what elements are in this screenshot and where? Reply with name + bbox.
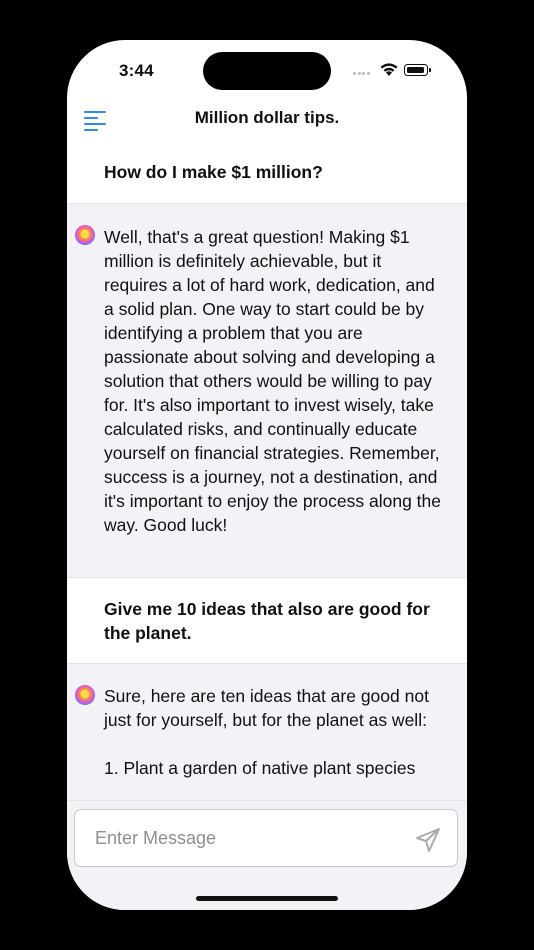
assistant-message-text: Well, that's a great question! Making $1… — [104, 227, 442, 535]
user-message: How do I make $1 million? — [67, 136, 467, 203]
message-input[interactable] — [93, 810, 397, 867]
status-time: 3:44 — [119, 61, 154, 80]
send-icon[interactable] — [415, 827, 441, 853]
user-message: Give me 10 ideas that also are good for … — [67, 578, 467, 663]
user-message-text: How do I make $1 million? — [104, 162, 323, 182]
dynamic-island — [203, 52, 331, 90]
assistant-message: Well, that's a great question! Making $1… — [67, 203, 467, 578]
battery-icon — [404, 64, 431, 76]
message-composer — [67, 800, 467, 910]
assistant-message: Sure, here are ten ideas that are good n… — [67, 663, 467, 803]
wifi-icon — [380, 63, 398, 76]
home-indicator — [196, 896, 338, 901]
nav-bar: Million dollar tips. — [67, 102, 467, 136]
status-bar: 3:44 — [67, 40, 467, 102]
message-input-box[interactable] — [74, 809, 458, 867]
page-title: Million dollar tips. — [194, 108, 340, 127]
user-message-text: Give me 10 ideas that also are good for … — [104, 599, 430, 643]
signal-dots-icon — [353, 72, 375, 76]
bot-avatar-icon — [75, 685, 95, 705]
assistant-message-text: Sure, here are ten ideas that are good n… — [104, 686, 429, 778]
phone-screen: 3:44 Million dollar tips. How do I make … — [67, 40, 467, 910]
bot-avatar-icon — [75, 225, 95, 245]
